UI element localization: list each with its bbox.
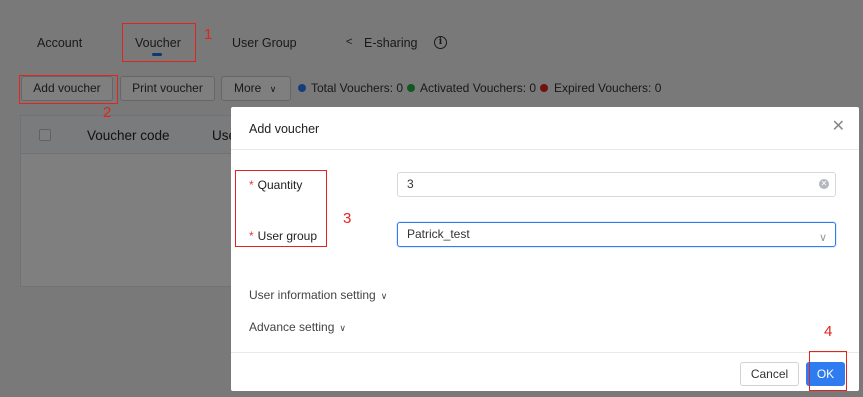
quantity-input[interactable]: 3 ✕ [397,172,836,197]
annotation-number: 3 [343,210,352,227]
annotation-number: 2 [103,104,112,121]
clear-icon[interactable]: ✕ [819,179,829,189]
user-group-select[interactable]: Patrick_test ∨ [397,222,836,247]
annotation-number: 4 [824,323,833,340]
annotation-box-voucher-tab [122,23,196,62]
chevron-down-icon: ∨ [818,232,827,244]
chevron-down-icon: ∨ [339,323,346,333]
advance-setting-toggle[interactable]: Advance setting ∨ [249,320,346,334]
annotation-box-ok-button [809,351,847,391]
quantity-value: 3 [407,177,414,191]
user-information-setting-toggle[interactable]: User information setting ∨ [249,288,387,302]
add-voucher-dialog: Add voucher ✕ * Quantity 3 ✕ * User group … [231,107,859,391]
cancel-button[interactable]: Cancel [740,362,799,386]
close-icon[interactable]: ✕ [832,119,845,135]
dialog-footer: Cancel OK [231,352,859,391]
advance-setting-label: Advance setting [249,320,335,334]
annotation-box-add-voucher [19,75,118,104]
chevron-down-icon: ∨ [380,291,388,301]
user-group-value: Patrick_test [407,227,470,241]
dialog-title: Add voucher [249,122,320,136]
user-information-setting-label: User information setting [249,288,376,302]
annotation-number: 1 [204,26,213,43]
dialog-header: Add voucher ✕ [231,107,859,150]
annotation-box-required-fields [235,170,327,247]
